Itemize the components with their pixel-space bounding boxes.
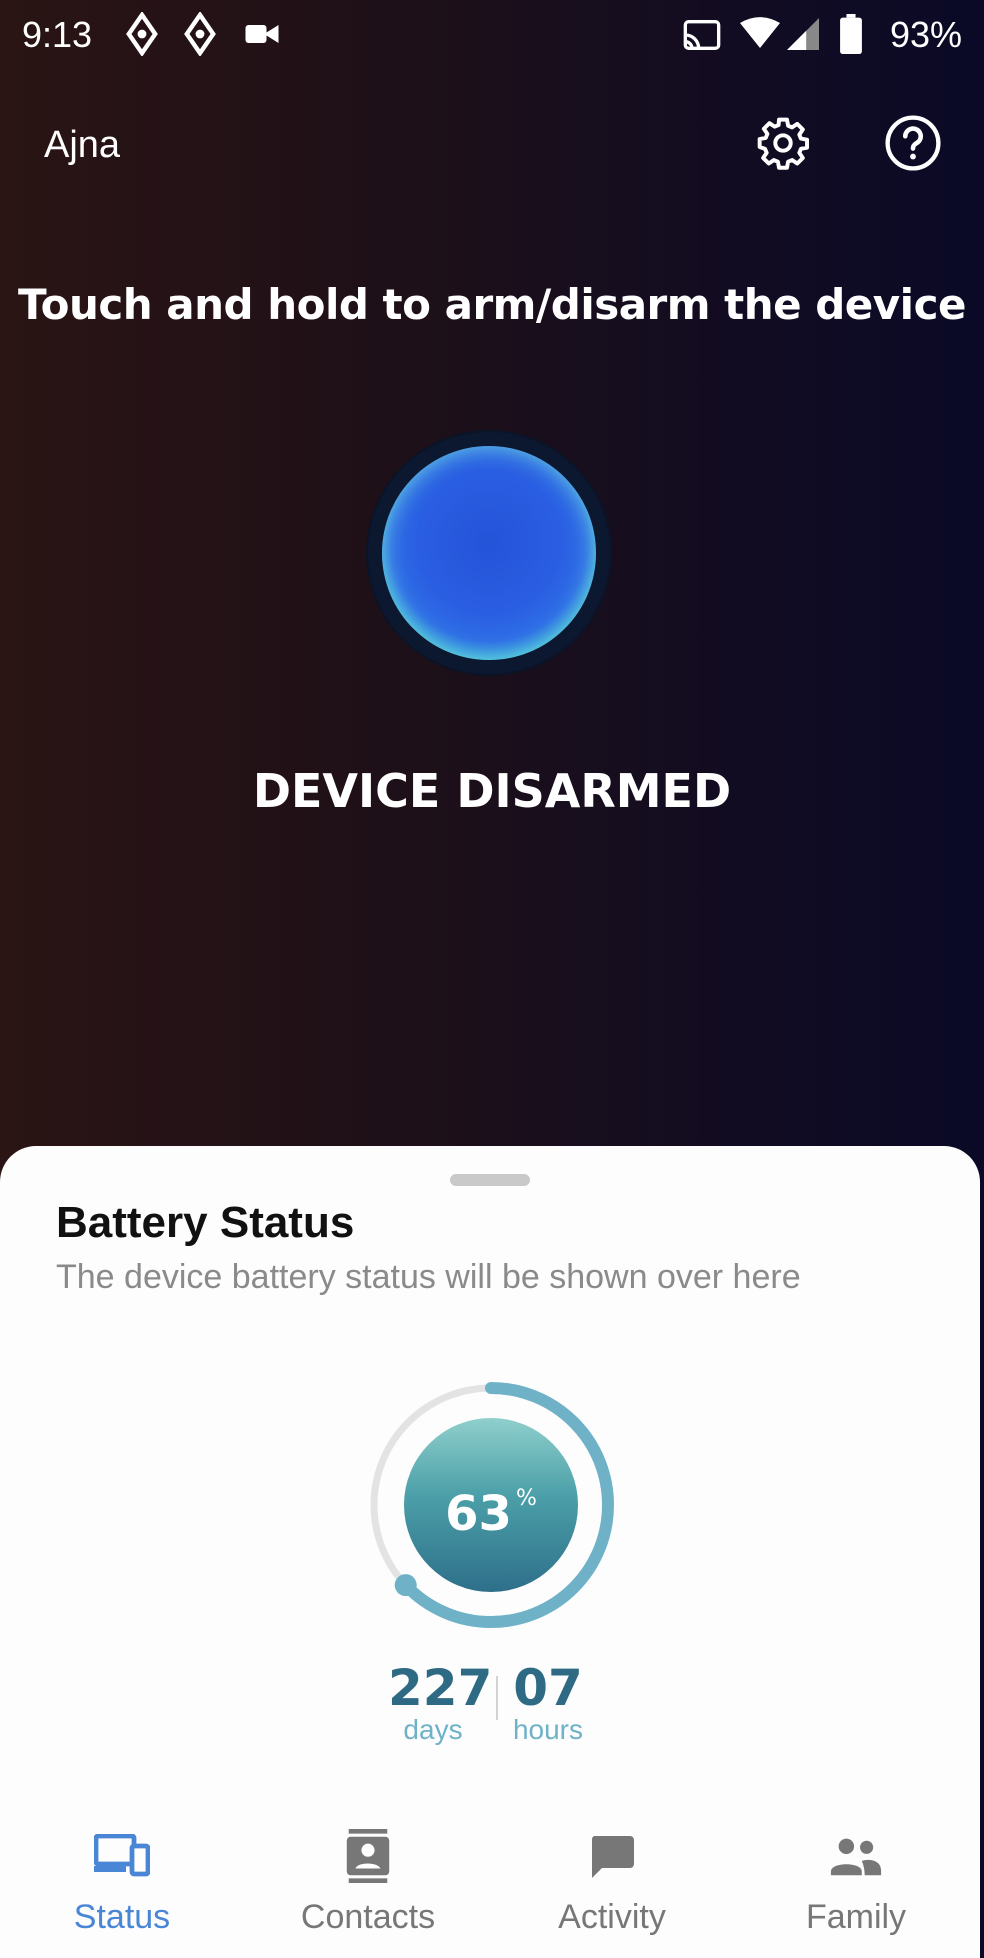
sheet-subtitle: The device battery status will be shown … [56,1258,801,1296]
battery-percent-symbol: % [515,1486,537,1511]
tab-label: Activity [558,1898,666,1936]
sheet-drag-handle[interactable] [450,1174,530,1186]
days-unit: days [403,1714,463,1745]
hours-value: 07 [513,1659,583,1717]
tab-family[interactable]: Family [736,1812,976,1958]
sheet-title: Battery Status [56,1198,355,1247]
people-icon [824,1826,888,1886]
navigation-icon [182,11,218,60]
gear-icon [755,115,811,175]
days-value: 227 [388,1659,493,1717]
settings-button[interactable] [752,114,814,176]
battery-icon [840,14,862,58]
devices-icon [90,1826,154,1886]
navigation-icon [124,11,160,60]
arm-instruction: Touch and hold to arm/disarm the device [18,280,966,329]
status-bar: 9:13 93% [0,0,984,72]
battery-percent: 93% [889,14,962,55]
battery-gauge: 63% [364,1378,618,1632]
tab-status[interactable]: Status [2,1812,242,1958]
status-time: 9:13 [22,14,93,55]
help-button[interactable] [882,114,944,176]
battery-percent-value: 63% [404,1486,578,1542]
tab-label: Family [805,1898,907,1936]
cast-icon [682,18,722,56]
tab-label: Status [73,1898,171,1936]
remaining-divider [496,1676,498,1720]
remaining-hours: 07 hours [508,1662,588,1746]
arm-disarm-button[interactable] [368,432,610,674]
remaining-days: 227 days [388,1659,493,1746]
tab-activity[interactable]: Activity [492,1812,732,1958]
orb-icon [382,446,596,660]
chat-icon [580,1826,644,1886]
gauge-center: 63% [404,1418,578,1592]
battery-percent-number: 63 [445,1486,512,1542]
gauge-knob [394,1574,417,1597]
help-icon [884,114,942,176]
bottom-navigation: Status Contacts Activity Family [0,1812,980,1958]
device-state-label: DEVICE DISARMED [252,764,732,818]
wifi-icon [740,16,780,54]
contacts-icon [336,1826,400,1886]
tab-contacts[interactable]: Contacts [248,1812,488,1958]
hours-unit: hours [512,1714,584,1745]
videocam-icon [244,20,280,52]
tab-label: Contacts [300,1898,436,1936]
app-title: Ajna [44,124,121,166]
signal-icon [786,18,820,54]
